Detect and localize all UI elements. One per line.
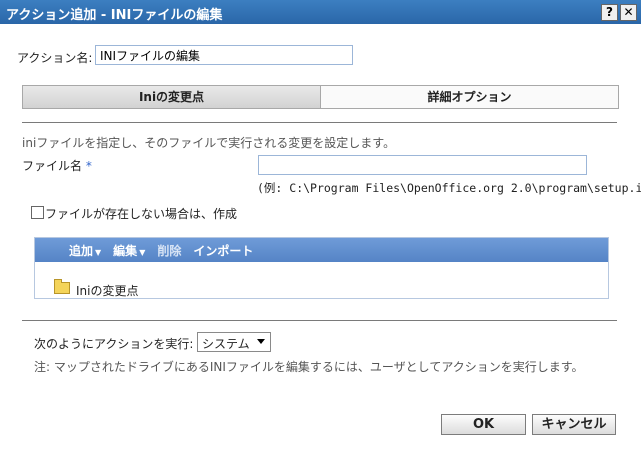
title-bar: アクション追加 - INIファイルの編集 ? ✕ (0, 0, 641, 24)
import-button[interactable]: インポート (193, 242, 253, 259)
action-name-label: アクション名: (17, 51, 93, 65)
file-name-example: (例: C:\Program Files\OpenOffice.org 2.0\… (257, 181, 641, 195)
file-name-input[interactable] (258, 155, 587, 175)
grid-toolbar: 追加 ▼ 編集 ▼ 削除 インポート (35, 238, 608, 262)
divider (22, 122, 617, 123)
window-title: アクション追加 - INIファイルの編集 (6, 8, 223, 23)
chevron-down-icon (257, 339, 265, 344)
tab-advanced-options[interactable]: 詳細オプション (320, 86, 618, 108)
delete-button[interactable]: 削除 (157, 242, 181, 259)
create-if-missing-label: ファイルが存在しない場合は、作成 (45, 207, 238, 221)
edit-menu[interactable]: 編集 ▼ (113, 242, 145, 259)
cancel-button[interactable]: キャンセル (532, 414, 616, 435)
chevron-down-icon: ▼ (139, 247, 146, 257)
note-text: 注: マップされたドライブにあるINIファイルを編集するには、ユーザとしてアクシ… (34, 360, 584, 374)
run-as-selected-value: システム (202, 337, 250, 351)
help-icon[interactable]: ? (601, 4, 618, 21)
description-text: iniファイルを指定し、そのファイルで実行される変更を設定します。 (22, 136, 396, 150)
add-menu[interactable]: 追加 ▼ (69, 242, 101, 259)
chevron-down-icon: ▼ (95, 247, 102, 257)
tab-ini-changes[interactable]: Iniの変更点 (23, 86, 320, 108)
ok-button[interactable]: OK (441, 414, 526, 435)
create-if-missing-checkbox[interactable] (31, 206, 44, 219)
folder-icon (54, 279, 70, 294)
file-name-label: ファイル名 * (22, 159, 92, 173)
tab-bar: Iniの変更点 詳細オプション (22, 85, 619, 109)
close-icon[interactable]: ✕ (620, 4, 637, 21)
action-name-input[interactable] (95, 45, 353, 65)
tree-item-ini-changes[interactable]: Iniの変更点 (76, 282, 138, 299)
divider (22, 320, 617, 321)
run-as-select[interactable]: システム (197, 332, 271, 352)
ini-changes-grid: 追加 ▼ 編集 ▼ 削除 インポート Iniの変更点 (34, 237, 609, 299)
run-as-label: 次のようにアクションを実行: * (34, 337, 203, 351)
